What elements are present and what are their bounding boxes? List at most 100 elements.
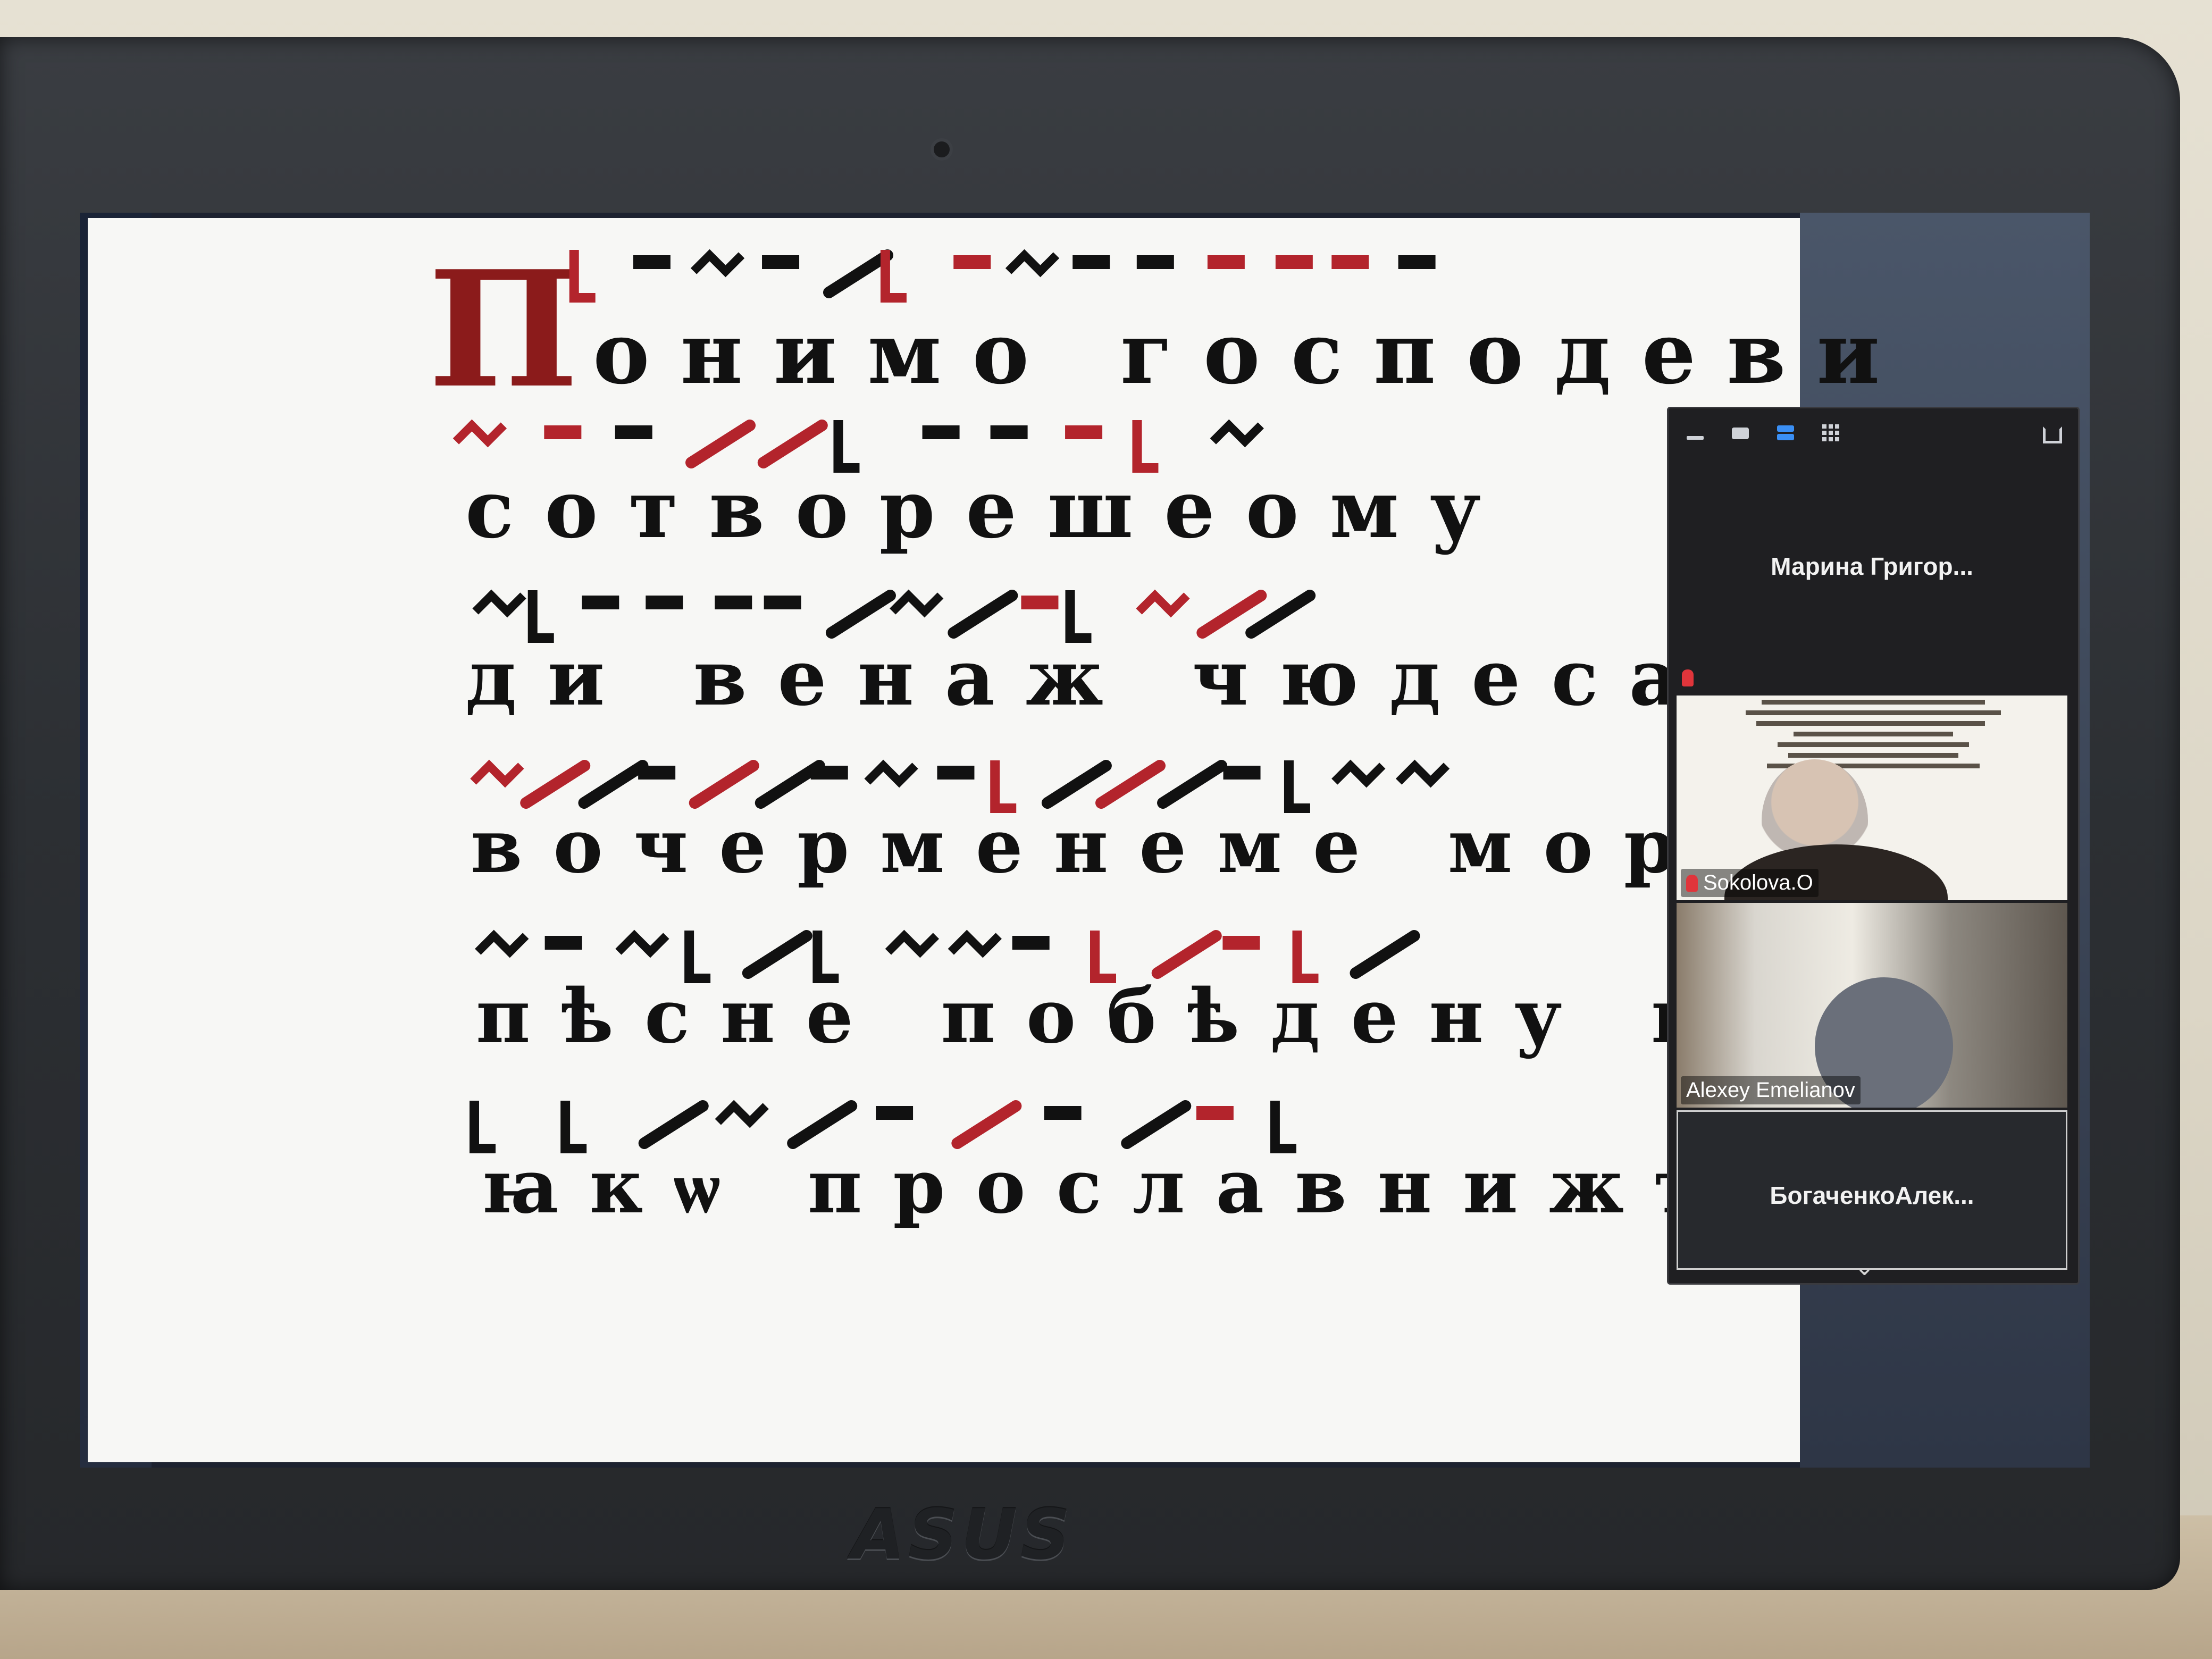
minimize-icon[interactable] xyxy=(1685,423,1706,442)
lyric-line-5: пѣсне побѣдену ю xyxy=(476,973,1757,1060)
neume-glyph xyxy=(948,590,1018,639)
neume-glyph xyxy=(990,760,1017,813)
neume-glyph xyxy=(582,596,619,609)
participant-tile[interactable]: Alexey Emelianov xyxy=(1677,903,2067,1108)
neume-glyph xyxy=(1207,255,1245,269)
participant-label: Sokolova.O xyxy=(1681,869,1819,897)
neume-glyph xyxy=(825,590,896,639)
participant-name: БогаченкоАлек... xyxy=(1770,1182,1974,1209)
neume-glyph xyxy=(1157,760,1228,809)
grid-view-icon[interactable] xyxy=(1820,423,1841,442)
neume-glyph xyxy=(685,420,756,468)
neume-glyph xyxy=(633,255,671,269)
neume-glyph xyxy=(1044,1106,1082,1120)
neume-glyph xyxy=(880,250,907,303)
neume-glyph xyxy=(1223,766,1261,780)
neume-glyph xyxy=(948,929,1002,958)
neume-glyph xyxy=(475,929,529,958)
brand-logo: ASUS xyxy=(851,1494,1074,1575)
neume-glyph xyxy=(560,1101,587,1153)
neume-glyph xyxy=(953,255,991,269)
neume-glyph xyxy=(1136,255,1174,269)
neume-glyph xyxy=(544,936,582,950)
neume-glyph xyxy=(1275,255,1313,269)
lyric-line-3: ди венаж чюдеса xyxy=(465,633,1710,723)
neume-glyph xyxy=(638,766,676,780)
neume-glyph xyxy=(520,760,591,809)
neume-glyph xyxy=(864,759,918,788)
neume-glyph xyxy=(690,249,745,278)
neume-glyph xyxy=(615,929,669,958)
neume-glyph xyxy=(762,255,800,269)
single-view-icon[interactable] xyxy=(1730,423,1751,442)
neume-glyph xyxy=(615,425,652,439)
neume-glyph xyxy=(810,766,848,780)
neume-glyph xyxy=(1151,930,1222,979)
neume-glyph xyxy=(1005,249,1060,278)
neume-glyph xyxy=(1222,936,1260,950)
participant-tile[interactable]: БогаченкоАлек... xyxy=(1677,1110,2067,1270)
neume-glyph xyxy=(1090,931,1116,983)
neume-glyph xyxy=(823,249,894,298)
participant-tile[interactable]: Марина Григор... xyxy=(1677,459,2067,693)
neume-glyph xyxy=(757,420,828,468)
shared-slide: П онимо господеви сотворешеому ди венаж … xyxy=(88,218,1880,1462)
neume-glyph xyxy=(764,596,801,609)
neume-glyph xyxy=(922,425,960,439)
neume-glyph xyxy=(1065,425,1103,439)
neume-glyph xyxy=(1284,760,1310,813)
participant-label: Alexey Emelianov xyxy=(1681,1076,1861,1104)
neume-glyph xyxy=(1395,759,1450,788)
panel-toolbar xyxy=(1669,408,2078,456)
neume-glyph xyxy=(1270,1101,1296,1153)
neume-glyph xyxy=(1073,255,1110,269)
neume-glyph xyxy=(569,250,596,303)
neume-glyph xyxy=(1121,1100,1192,1149)
neume-glyph xyxy=(1065,590,1092,643)
neume-glyph xyxy=(1021,596,1059,609)
participant-tile[interactable]: Sokolova.O xyxy=(1677,696,2067,900)
lyric-line-4: вочерменеме мори xyxy=(471,803,1793,890)
strip-view-icon[interactable] xyxy=(1775,423,1796,442)
neume-glyph xyxy=(990,425,1028,439)
lyric-line-6: ꙗкѡ прославнижъ . xyxy=(481,1143,1857,1230)
neume-glyph xyxy=(1292,931,1319,983)
neume-glyph xyxy=(469,1101,496,1153)
neume-glyph xyxy=(742,930,812,979)
neume-glyph xyxy=(1210,419,1264,448)
chevron-down-icon[interactable]: ⌄ xyxy=(1855,1254,1874,1281)
neume-glyph xyxy=(951,1100,1022,1149)
neume-glyph xyxy=(812,931,839,983)
participants-panel: Марина Григор... Sokolova.O Alexey Emeli… xyxy=(1667,407,2080,1285)
neume-glyph xyxy=(453,419,507,448)
webcam-icon xyxy=(931,138,953,161)
participant-name: Марина Григор... xyxy=(1771,552,1973,580)
neume-glyph xyxy=(1095,760,1166,809)
neume-glyph xyxy=(470,759,524,788)
laptop-lid: П онимо господеви сотворешеому ди венаж … xyxy=(0,37,2180,1590)
neume-glyph xyxy=(885,929,940,958)
lyric-line-2: сотворешеому xyxy=(465,463,1512,556)
neume-glyph xyxy=(1331,255,1369,269)
neume-glyph xyxy=(937,766,975,780)
neume-glyph xyxy=(876,1106,914,1120)
neume-glyph xyxy=(715,596,752,609)
neume-glyph xyxy=(1012,936,1050,950)
neume-glyph xyxy=(1331,759,1386,788)
neume-glyph xyxy=(1041,760,1112,809)
neume-glyph xyxy=(1350,930,1420,979)
neume-glyph xyxy=(1398,255,1436,269)
neume-glyph xyxy=(787,1100,858,1149)
neume-glyph xyxy=(646,596,683,609)
neume-glyph xyxy=(1196,1106,1234,1120)
neume-glyph xyxy=(472,589,526,618)
neume-glyph xyxy=(1136,589,1190,618)
neume-glyph xyxy=(833,420,860,473)
lyric-line-1: онимо господеви xyxy=(593,303,1911,403)
neume-glyph xyxy=(755,760,825,809)
neume-glyph xyxy=(638,1100,709,1149)
popout-icon[interactable] xyxy=(2041,423,2062,443)
neume-glyph xyxy=(890,589,944,618)
laptop-screen: П онимо господеви сотворешеому ди венаж … xyxy=(80,213,2090,1468)
neume-glyph xyxy=(1132,420,1159,473)
